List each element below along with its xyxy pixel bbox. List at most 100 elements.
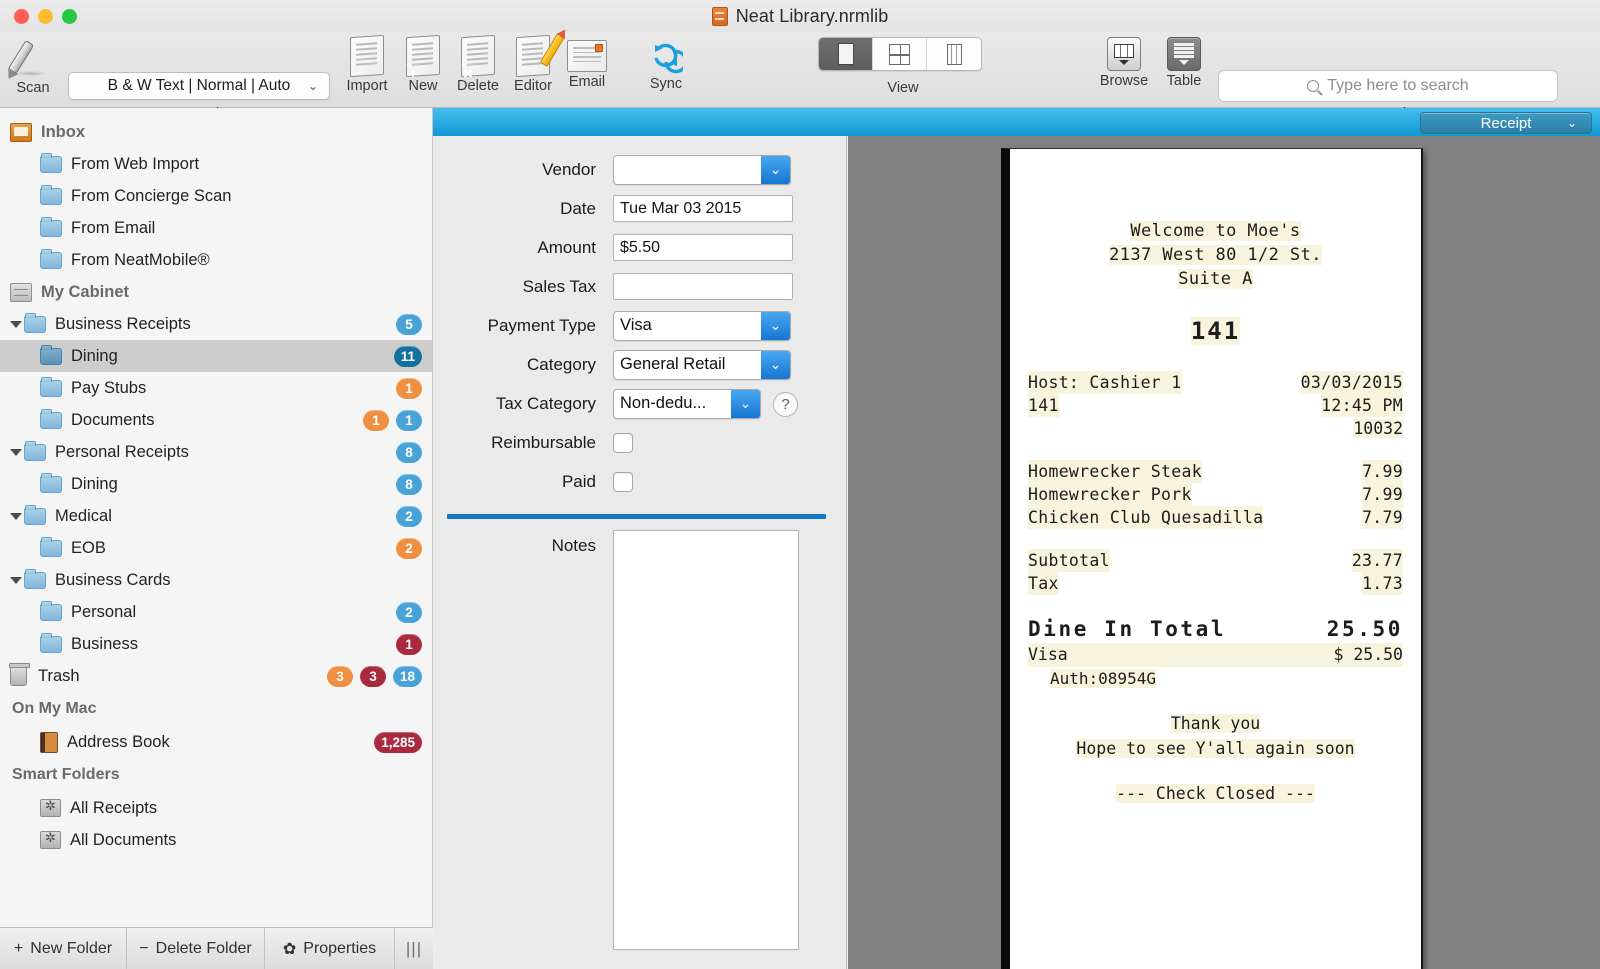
field-select-vendor[interactable]: ⌄ <box>613 154 791 185</box>
browse-button[interactable]: Browse <box>1096 37 1152 89</box>
chevron-down-icon[interactable]: ⌄ <box>731 389 760 418</box>
sidebar-item-my-cabinet[interactable]: My Cabinet <box>0 276 432 308</box>
sidebar-item-inbox[interactable]: Inbox <box>0 116 432 148</box>
scan-button[interactable]: Scan <box>6 38 60 96</box>
count-badge: 11 <box>393 345 422 367</box>
view-single-button[interactable] <box>819 38 873 70</box>
sidebar-item-pay-stubs[interactable]: Pay Stubs 1 <box>0 372 432 404</box>
sidebar-item-address-book[interactable]: Address Book 1,285 <box>0 726 432 758</box>
sidebar-item-eob[interactable]: EOB 2 <box>0 532 432 564</box>
document-preview-pane[interactable]: Welcome to Moe's 2137 West 80 1/2 St. Su… <box>848 136 1600 969</box>
disclosure-triangle-icon[interactable] <box>10 512 22 520</box>
field-label-date: Date <box>560 198 596 218</box>
receipt-item-name: Chicken Club Quesadilla <box>1028 506 1264 529</box>
sidebar-item-medical[interactable]: Medical 2 <box>0 500 432 532</box>
record-type-dropdown[interactable]: Receipt ⌄ <box>1420 112 1592 134</box>
sidebar-item-from-neatmobile[interactable]: From NeatMobile® <box>0 244 432 276</box>
disclosure-triangle-icon[interactable] <box>10 448 22 456</box>
properties-label: Properties <box>303 939 377 957</box>
close-button[interactable] <box>14 8 29 24</box>
field-input-sales-tax[interactable] <box>613 273 793 300</box>
help-button[interactable]: ? <box>773 391 798 417</box>
receipt-item-name: Homewrecker Pork <box>1028 483 1192 506</box>
notes-label: Notes <box>551 536 596 555</box>
sidebar-item-from-email[interactable]: From Email <box>0 212 432 244</box>
sidebar-tree[interactable]: Inbox From Web Import From Concierge Scan F… <box>0 108 432 914</box>
sidebar-item-dining[interactable]: Dining 8 <box>0 468 432 500</box>
folder-icon <box>40 632 62 653</box>
window-controls[interactable] <box>14 8 77 24</box>
email-button[interactable]: Email <box>560 36 614 90</box>
field-checkbox-paid[interactable] <box>613 471 633 492</box>
sync-button[interactable]: Sync <box>638 38 694 92</box>
receipt-closed: --- Check Closed --- <box>1116 784 1315 803</box>
field-control-sales-tax <box>613 273 793 300</box>
import-label: Import <box>346 78 388 94</box>
chevron-down-icon: ⌄ <box>1566 116 1577 130</box>
gear-icon: ✿ <box>282 940 297 958</box>
record-form-panel: Vendor ⌄ Date Tue Mar 03 2015 Amount $5.50 Sal… <box>435 136 847 969</box>
sidebar-item-from-concierge-scan[interactable]: From Concierge Scan <box>0 180 432 212</box>
properties-button[interactable]: ✿ Properties <box>265 928 395 969</box>
receipt-items: Homewrecker Steak 7.99 Homewrecker Pork 7.9… <box>1028 460 1403 529</box>
receipt-host: Host: Cashier 1 <box>1028 371 1182 394</box>
new-button[interactable]: + New <box>396 34 450 94</box>
view-list-button[interactable] <box>927 38 981 70</box>
receipt-payment-value: $ 25.50 <box>1333 645 1403 664</box>
sync-label: Sync <box>649 76 683 92</box>
folder-icon <box>40 536 62 557</box>
sidebar-item-all-documents[interactable]: All Documents <box>0 824 432 856</box>
search-input[interactable]: Type here to search <box>1218 70 1558 102</box>
sidebar-item-business[interactable]: Business 1 <box>0 628 432 660</box>
field-input-date[interactable]: Tue Mar 03 2015 <box>613 195 793 222</box>
editor-button[interactable]: Editor <box>506 32 566 94</box>
sidebar-item-all-receipts[interactable]: All Receipts <box>0 792 432 824</box>
window-title: Neat Library.nrmlib <box>0 0 1600 32</box>
badge-group: 11 <box>363 409 422 431</box>
notes-textarea[interactable] <box>613 530 799 950</box>
disclosure-triangle-icon[interactable] <box>10 576 22 584</box>
view-segmented-control[interactable] <box>818 37 982 71</box>
browse-icon <box>1107 37 1141 71</box>
view-grid-button[interactable] <box>873 38 927 70</box>
window-title-bar: Neat Library.nrmlib <box>0 0 1600 32</box>
scan-options-value: B & W Text | Normal | Auto <box>107 77 291 94</box>
field-label-tax-category: Tax Category <box>495 393 596 413</box>
receipt-item-price: 7.99 <box>1362 483 1403 506</box>
sidebar-item-trash[interactable]: Trash 3 3 18 <box>0 660 432 692</box>
field-select-payment-type[interactable]: Visa ⌄ <box>613 310 791 341</box>
sidebar-item-dining[interactable]: Dining 11 <box>0 340 432 372</box>
field-select-category[interactable]: General Retail ⌄ <box>613 349 791 380</box>
sidebar-item-personal[interactable]: Personal 2 <box>0 596 432 628</box>
receipt-host-number: 141 <box>1028 394 1059 417</box>
field-checkbox-reimbursable[interactable] <box>613 432 633 453</box>
delete-icon: ✕ <box>461 34 495 81</box>
maximize-button[interactable] <box>62 8 77 24</box>
sidebar-item-business-cards[interactable]: Business Cards <box>0 564 432 596</box>
chevron-down-icon[interactable]: ⌄ <box>761 155 790 184</box>
chevron-down-icon[interactable]: ⌄ <box>761 350 790 379</box>
field-select-tax-category[interactable]: Non-dedu... ⌄ <box>613 388 761 419</box>
sidebar-item-business-receipts[interactable]: Business Receipts 5 <box>0 308 432 340</box>
chevron-down-icon[interactable]: ⌄ <box>761 311 790 340</box>
field-input-amount[interactable]: $5.50 <box>613 234 793 261</box>
sidebar-item-documents[interactable]: Documents 1 1 <box>0 404 432 436</box>
new-folder-button[interactable]: + New Folder <box>0 928 127 969</box>
minimize-button[interactable] <box>38 8 53 24</box>
sidebar-item-from-web-import[interactable]: From Web Import <box>0 148 432 180</box>
delete-button[interactable]: ✕ Delete <box>451 34 505 94</box>
sidebar-item-personal-receipts[interactable]: Personal Receipts 8 <box>0 436 432 468</box>
scan-options-select[interactable]: B & W Text | Normal | Auto ⌄ <box>68 72 330 100</box>
sidebar-item-label: From Concierge Scan <box>71 186 232 205</box>
import-button[interactable]: ↓ Import <box>340 34 394 94</box>
receipt-tax-label: Tax <box>1028 572 1059 595</box>
table-button[interactable]: Table <box>1156 37 1212 89</box>
receipt-auth: Auth:08954G <box>1050 669 1156 688</box>
delete-folder-button[interactable]: − Delete Folder <box>127 928 265 969</box>
editor-label: Editor <box>514 78 552 94</box>
count-badge: 8 <box>396 441 422 463</box>
receipt-header: Welcome to Moe's 2137 West 80 1/2 St. Su… <box>1028 219 1403 291</box>
resize-grip[interactable]: ||| <box>395 928 433 969</box>
sidebar-item-label: Pay Stubs <box>71 378 147 397</box>
disclosure-triangle-icon[interactable] <box>10 320 22 328</box>
